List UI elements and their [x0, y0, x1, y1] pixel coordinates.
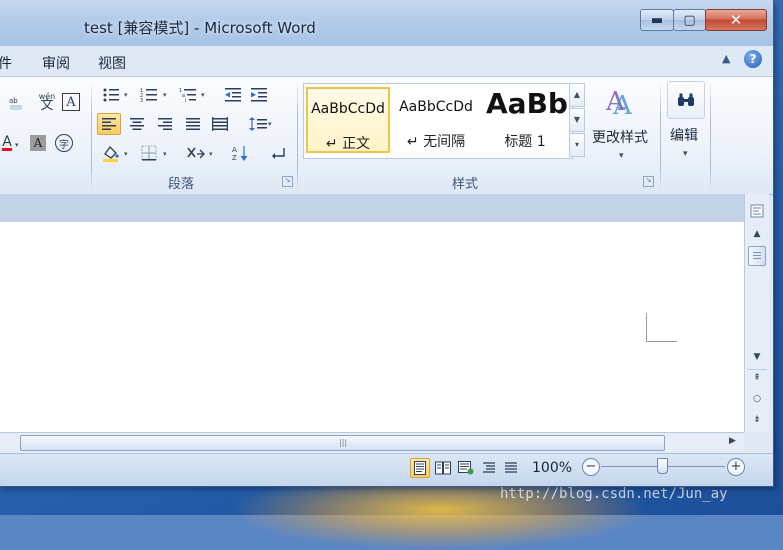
paragraph-group-label: 段落 [168, 177, 195, 192]
multilevel-list-icon[interactable]: 1ai [177, 85, 199, 105]
gallery-scroll-up-icon[interactable]: ▲ [569, 83, 585, 107]
group-separator [91, 81, 92, 191]
full-screen-reading-icon[interactable] [433, 458, 453, 478]
show-formatting-marks-icon[interactable] [268, 143, 290, 163]
increase-indent-icon[interactable] [248, 85, 270, 105]
svg-text:A: A [232, 146, 237, 154]
svg-text:ab: ab [9, 97, 18, 105]
styles-dialog-launcher-icon[interactable]: ↘ [643, 176, 654, 187]
styles-gallery: AaBbCcDd ↵ 正文 AaBbCcDd ↵ 无间隔 AaBb 标题 1 [303, 83, 573, 159]
ruler-toggle-icon[interactable] [747, 204, 767, 220]
web-layout-icon[interactable] [456, 458, 476, 478]
group-separator [710, 81, 711, 191]
line-spacing-dropdown-icon[interactable]: ▾ [268, 120, 272, 128]
styles-gallery-scroll: ▲ ▼ ▾ [569, 83, 585, 157]
align-center-icon[interactable] [126, 114, 148, 134]
borders-dropdown-icon[interactable]: ▾ [163, 150, 167, 158]
window-title: test [兼容模式] - Microsoft Word [84, 19, 316, 37]
group-separator [297, 81, 298, 191]
decrease-indent-icon[interactable] [222, 85, 244, 105]
maximize-button[interactable]: ▢ [673, 9, 706, 31]
svg-text:Z: Z [232, 154, 237, 162]
previous-page-icon[interactable]: ⇞ [747, 369, 767, 386]
scroll-down-icon[interactable]: ▼ [747, 349, 767, 365]
zoom-slider-handle[interactable] [657, 458, 668, 474]
zoom-level[interactable]: 100% [532, 460, 572, 476]
title-bar: test [兼容模式] - Microsoft Word ▬ ▢ ✕ [0, 0, 773, 46]
svg-text:3: 3 [140, 98, 143, 103]
tab-file-partial[interactable]: 件 [0, 53, 12, 73]
style-tile-heading-1[interactable]: AaBb 标题 1 [482, 87, 568, 153]
help-icon[interactable]: ? [744, 50, 762, 68]
ruler-area [0, 194, 744, 223]
align-right-icon[interactable] [154, 114, 176, 134]
zoom-in-button[interactable]: + [727, 458, 745, 476]
scroll-right-icon[interactable]: ▶ [729, 436, 736, 446]
bullets-icon[interactable] [100, 85, 122, 105]
vertical-scrollbar[interactable]: ▲ ▼ ⇞ ○ ⇟ [744, 194, 769, 432]
status-bar: 100% − + [0, 453, 773, 486]
watermark-text: http://blog.csdn.net/Jun_ay [500, 486, 728, 502]
font-color-icon[interactable]: A [0, 133, 14, 153]
zoom-out-button[interactable]: − [582, 458, 600, 476]
tab-view[interactable]: 视图 [98, 53, 126, 73]
align-left-icon[interactable] [97, 113, 121, 135]
svg-text:i: i [185, 98, 186, 103]
phonetic-guide-icon[interactable]: ab [6, 93, 28, 113]
minimize-button[interactable]: ▬ [640, 9, 674, 31]
page-margin-corner-mark [646, 313, 677, 342]
phonetic-char-icon[interactable]: wén 文 [36, 91, 58, 112]
sort-icon[interactable]: AZ [230, 143, 252, 163]
multilevel-list-dropdown-icon[interactable]: ▾ [201, 91, 205, 99]
ribbon: ab wén 文 A A ▾ A 字 ▾ 123 ▾ 1 a i ▾ ▾ ▾ ▾… [0, 76, 773, 195]
svg-text:A: A [612, 91, 633, 117]
word-window: test [兼容模式] - Microsoft Word ▬ ▢ ✕ 件 审阅 … [0, 0, 774, 487]
style-tile-normal[interactable]: AaBbCcDd ↵ 正文 [306, 87, 390, 153]
character-border-icon[interactable]: A [62, 93, 80, 111]
numbering-icon[interactable]: 123 [138, 85, 160, 105]
gallery-more-icon[interactable]: ▾ [569, 133, 585, 157]
ribbon-collapse-icon[interactable]: ▲ [722, 52, 730, 65]
numbering-dropdown-icon[interactable]: ▾ [163, 91, 167, 99]
paragraph-dialog-launcher-icon[interactable]: ↘ [282, 176, 293, 187]
scroll-grip-icon: ||| [339, 438, 348, 447]
ribbon-tabs: 件 审阅 视图 ▲ ? [0, 46, 773, 76]
change-styles-icon: AA [605, 85, 638, 121]
tab-review[interactable]: 审阅 [42, 53, 70, 73]
horizontal-scroll-thumb[interactable]: ||| [20, 435, 665, 451]
style-tile-no-spacing[interactable]: AaBbCcDd ↵ 无间隔 [394, 87, 478, 153]
chinese-layout-icon[interactable] [185, 143, 207, 163]
vertical-scroll-thumb[interactable] [748, 246, 766, 266]
line-spacing-icon[interactable] [247, 114, 269, 134]
character-shading-icon[interactable]: A [30, 135, 46, 151]
outline-view-icon[interactable] [479, 458, 499, 478]
bullets-dropdown-icon[interactable]: ▾ [124, 91, 128, 99]
close-button[interactable]: ✕ [705, 9, 767, 31]
chinese-layout-dropdown-icon[interactable]: ▾ [209, 150, 213, 158]
draft-view-icon[interactable] [501, 458, 521, 478]
horizontal-scrollbar[interactable]: ||| ▶ [0, 432, 744, 453]
gallery-scroll-down-icon[interactable]: ▼ [569, 108, 585, 132]
font-color-bar [2, 147, 12, 151]
shading-dropdown-icon[interactable]: ▾ [124, 150, 128, 158]
binoculars-icon [667, 81, 705, 119]
distributed-icon[interactable] [209, 114, 231, 134]
scroll-up-icon[interactable]: ▲ [747, 226, 767, 242]
shading-icon[interactable] [100, 143, 122, 163]
group-separator [660, 81, 661, 191]
font-color-dropdown-icon[interactable]: ▾ [15, 141, 19, 149]
borders-icon[interactable] [138, 143, 160, 163]
enclose-character-icon[interactable]: 字 [55, 134, 73, 152]
print-layout-icon[interactable] [410, 458, 430, 478]
document-page[interactable] [0, 222, 744, 432]
styles-group-label: 样式 [452, 177, 479, 192]
next-page-icon[interactable]: ⇟ [747, 412, 767, 428]
justify-icon[interactable] [182, 114, 204, 134]
browse-object-icon[interactable]: ○ [747, 391, 767, 407]
